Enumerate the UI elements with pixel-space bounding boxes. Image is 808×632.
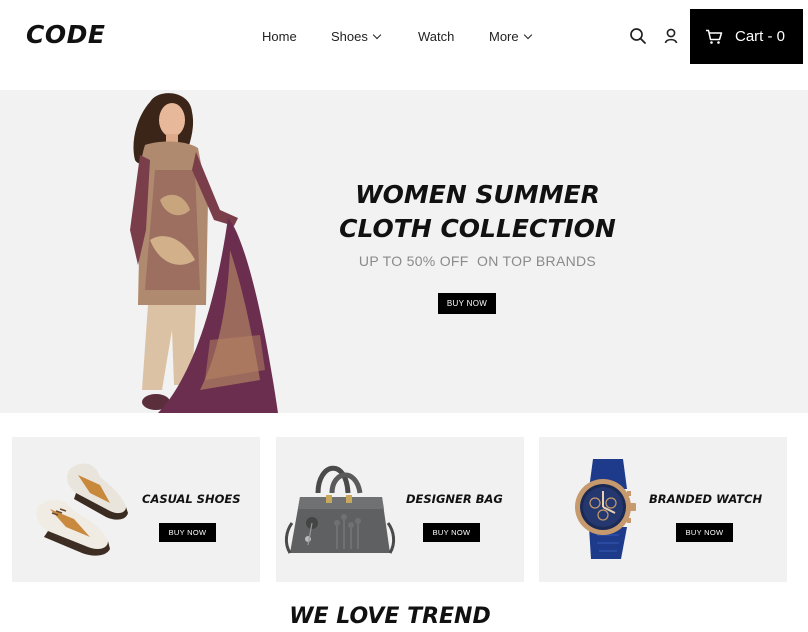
cart-label: Cart - 0	[735, 28, 786, 45]
hero-subtitle: UP TO 50% OFF ON TOP BRANDS	[358, 253, 597, 269]
nav-home[interactable]: Home	[262, 29, 297, 44]
shoes-product-image	[36, 463, 128, 556]
category-card-shoes[interactable]: CASUAL SHOES BUY NOW	[12, 437, 260, 582]
cart-button[interactable]: Cart - 0	[690, 9, 803, 64]
nav-more[interactable]: More	[489, 29, 532, 44]
nav-shoes[interactable]: Shoes	[331, 29, 382, 44]
site-header: CODE Home Shoes Watch More Cart - 0	[0, 0, 808, 72]
hero-title: WOMEN SUMMER CLOTH COLLECTION	[305, 178, 650, 246]
category-card-bag[interactable]: DESIGNER BAG BUY NOW	[276, 437, 524, 582]
bag-buy-now-button[interactable]: BUY NOW	[423, 523, 480, 542]
nav-more-label: More	[489, 29, 519, 44]
category-title-bag: DESIGNER BAG	[406, 492, 503, 506]
category-title-shoes: CASUAL SHOES	[142, 492, 241, 506]
nav-watch-label: Watch	[418, 29, 455, 44]
hero-buy-now-button[interactable]: BUY NOW	[438, 293, 496, 314]
watch-buy-now-button[interactable]: BUY NOW	[676, 523, 733, 542]
chevron-down-icon	[372, 30, 382, 40]
hero-model-image	[130, 93, 278, 413]
section-title-trend: WE LOVE TREND	[289, 604, 491, 629]
hero-title-line2: CLOTH COLLECTION	[339, 214, 616, 243]
main-nav: Home Shoes Watch More	[0, 29, 808, 45]
shoes-buy-now-button[interactable]: BUY NOW	[159, 523, 216, 542]
chevron-down-icon	[523, 30, 532, 40]
nav-shoes-label: Shoes	[331, 29, 368, 44]
category-title-watch: BRANDED WATCH	[649, 492, 763, 506]
hero-title-line1: WOMEN SUMMER	[355, 180, 600, 209]
watch-product-image	[575, 459, 636, 559]
user-icon[interactable]	[662, 27, 680, 45]
cart-icon	[706, 29, 723, 44]
hero-banner: WOMEN SUMMER CLOTH COLLECTION UP TO 50% …	[0, 90, 808, 413]
nav-home-label: Home	[262, 29, 297, 44]
bag-product-image	[284, 465, 396, 554]
category-card-watch[interactable]: BRANDED WATCH BUY NOW	[539, 437, 787, 582]
nav-watch[interactable]: Watch	[418, 29, 454, 44]
search-icon[interactable]	[629, 27, 647, 45]
